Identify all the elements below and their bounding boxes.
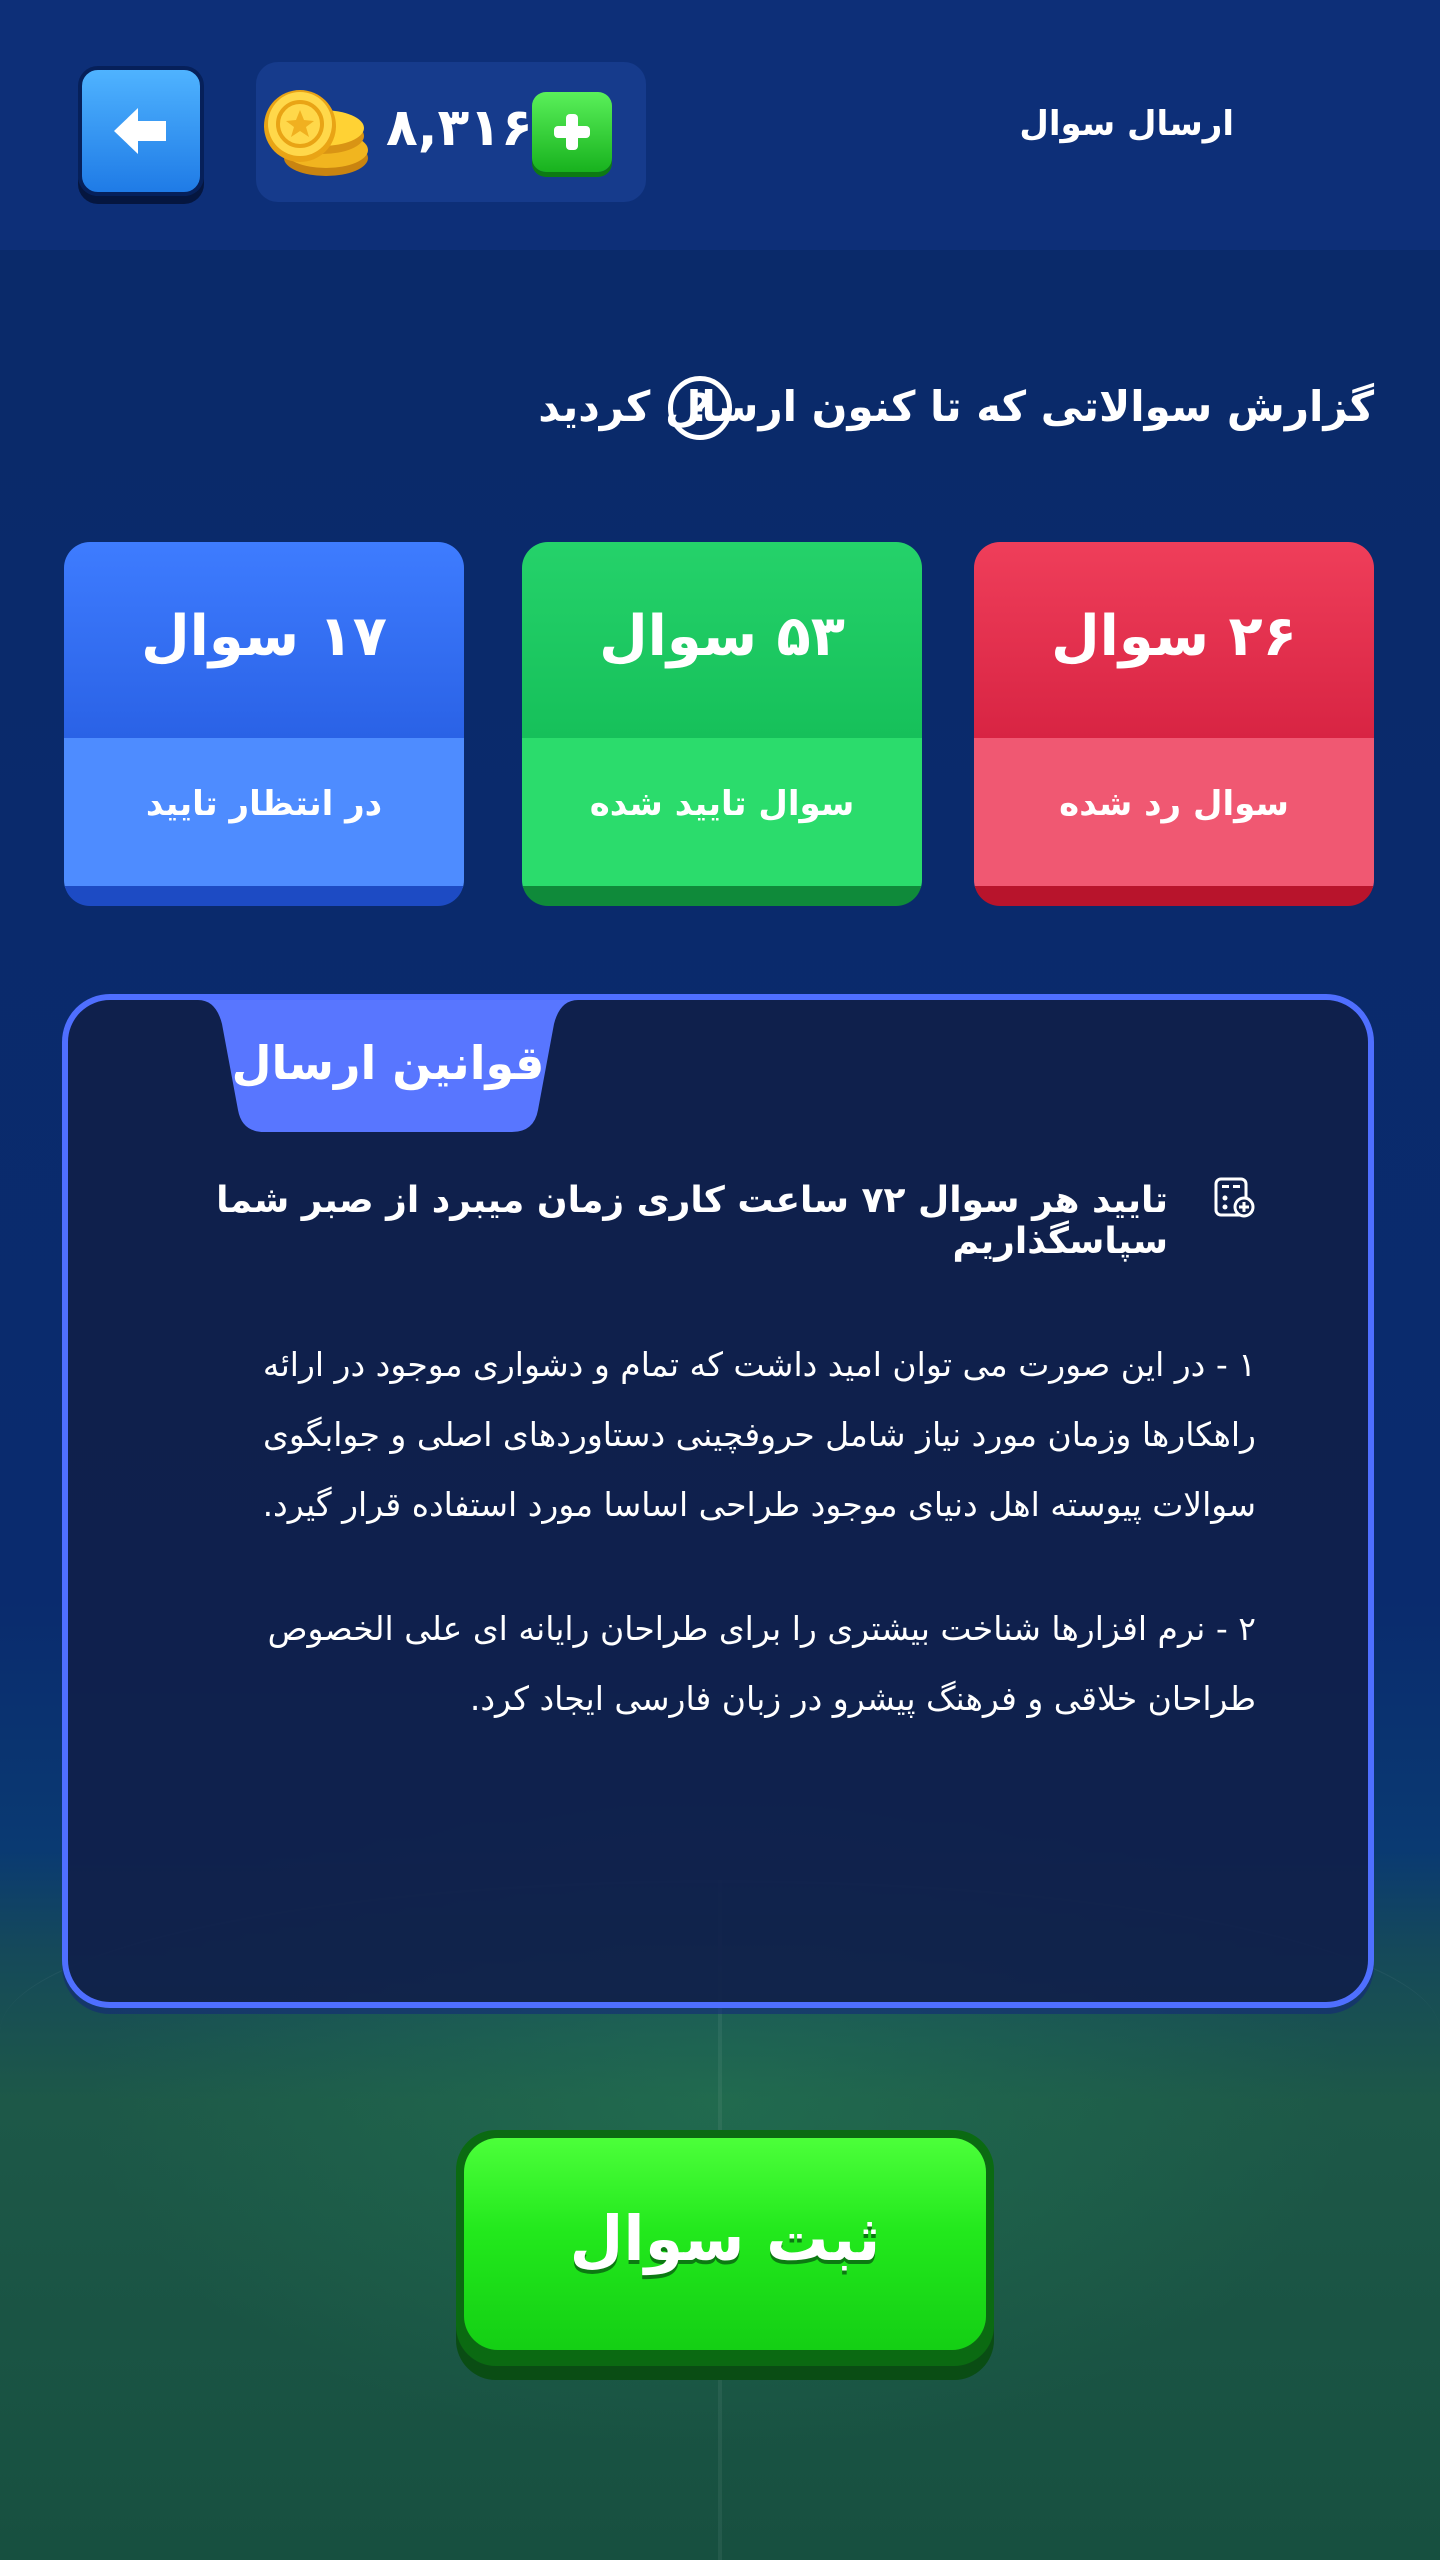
stat-value: ۲۶ سوال bbox=[1051, 604, 1297, 669]
rule-item-1: ۱ - در این صورت می توان امید داشت که تما… bbox=[262, 1345, 1256, 1524]
rules-title: قوانین ارسال bbox=[231, 1036, 545, 1090]
report-title: گزارش سوالاتی که تا کنون ارسال کردید bbox=[538, 382, 1374, 431]
approval-notice: تایید هر سوال ۷۲ ساعت کاری زمان میبرد از… bbox=[216, 1180, 1168, 1262]
calculator-doc-icon bbox=[1214, 1177, 1255, 1218]
rules-panel: قوانین ارسال تایید هر سوال ۷۲ ساعت کاری … bbox=[62, 994, 1374, 2008]
submit-question-button[interactable]: ثبت سوال bbox=[456, 2130, 994, 2366]
stat-value: ۵۳ سوال bbox=[599, 604, 845, 669]
arrow-left-icon bbox=[114, 108, 166, 154]
stat-card-pending: ۱۷ سوال در انتظار تایید bbox=[64, 542, 464, 906]
plus-icon bbox=[554, 114, 590, 150]
top-bar: ۸,۳۱۶ ارسال سوال bbox=[0, 0, 1440, 250]
page-title: ارسال سوال bbox=[1019, 104, 1234, 144]
question-circle-icon[interactable]: ? bbox=[668, 376, 732, 440]
stat-label: سوال تایید شده bbox=[589, 784, 855, 824]
coin-stack-icon bbox=[264, 90, 368, 176]
stat-value: ۱۷ سوال bbox=[141, 604, 387, 669]
back-button[interactable] bbox=[78, 66, 204, 196]
rule-item-2: ۲ - نرم افزارها شناخت بیشتری را برای طرا… bbox=[267, 1609, 1256, 1718]
add-coins-button[interactable] bbox=[532, 92, 612, 172]
stat-card-approved: ۵۳ سوال سوال تایید شده bbox=[522, 542, 922, 906]
stat-label: سوال رد شده bbox=[1059, 784, 1289, 824]
stat-label: در انتظار تایید bbox=[145, 784, 383, 824]
coin-amount: ۸,۳۱۶ bbox=[386, 98, 533, 158]
submit-label: ثبت سوال bbox=[569, 2202, 881, 2275]
stat-card-rejected: ۲۶ سوال سوال رد شده bbox=[974, 542, 1374, 906]
coin-wallet: ۸,۳۱۶ bbox=[256, 62, 646, 202]
